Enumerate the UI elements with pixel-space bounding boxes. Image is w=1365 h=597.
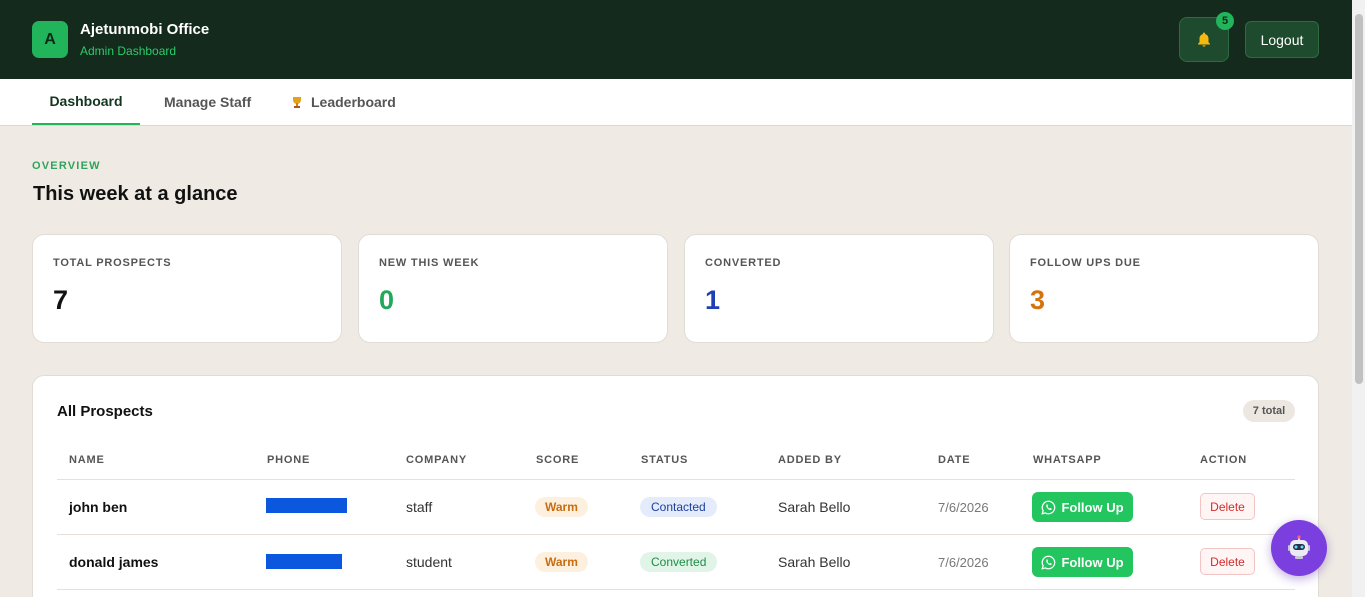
stat-card-total-prospects: TOTAL PROSPECTS 7	[32, 234, 342, 343]
delete-button[interactable]: Delete	[1200, 493, 1255, 520]
robot-icon	[1288, 535, 1310, 559]
tab-label: Leaderboard	[311, 94, 396, 110]
bell-icon	[1198, 32, 1210, 47]
prospect-date: 7/6/2026	[938, 555, 989, 570]
column-header-phone: PHONE	[267, 454, 311, 466]
prospect-company: staff	[406, 499, 433, 515]
column-header-score: SCORE	[536, 454, 580, 466]
row-divider	[57, 589, 1295, 590]
whatsapp-label: Follow Up	[1061, 554, 1124, 570]
score-badge: Warm	[535, 497, 588, 517]
org-avatar: A	[32, 21, 68, 58]
stat-label: NEW THIS WEEK	[379, 257, 480, 269]
tab-leaderboard[interactable]: Leaderboard	[291, 79, 396, 125]
prospect-name: john ben	[69, 499, 128, 515]
app-subtitle: Admin Dashboard	[80, 44, 177, 58]
stat-value: 7	[53, 285, 69, 315]
phone-redacted	[266, 498, 347, 513]
tab-manage-staff[interactable]: Manage Staff	[164, 79, 251, 125]
stat-value: 1	[705, 285, 721, 315]
column-header-company: COMPANY	[406, 454, 468, 466]
prospect-company: student	[406, 554, 452, 570]
tab-label: Manage Staff	[164, 94, 252, 110]
stat-label: CONVERTED	[705, 257, 782, 269]
stat-label: FOLLOW UPS DUE	[1030, 257, 1141, 269]
prospect-date: 7/6/2026	[938, 500, 989, 515]
assistant-chat-button[interactable]	[1271, 520, 1327, 576]
app-title: Ajetunmobi Office	[80, 21, 210, 38]
section-title: This week at a glance	[33, 183, 238, 205]
column-header-whatsapp: WHATSAPP	[1033, 454, 1102, 466]
logout-button[interactable]: Logout	[1245, 21, 1319, 58]
added-by: Sarah Bello	[778, 554, 851, 570]
delete-button[interactable]: Delete	[1200, 548, 1255, 575]
notification-count-badge: 5	[1216, 12, 1234, 30]
column-header-name: NAME	[69, 454, 105, 466]
panel-title: All Prospects	[57, 403, 153, 420]
status-badge: Contacted	[640, 497, 717, 517]
tab-label: Dashboard	[49, 93, 123, 109]
stat-value: 3	[1030, 285, 1046, 315]
column-header-date: DATE	[938, 454, 971, 466]
whatsapp-icon	[1041, 555, 1056, 570]
stat-card-converted: CONVERTED 1	[684, 234, 994, 343]
column-header-action: ACTION	[1200, 454, 1247, 466]
total-count-badge: 7 total	[1243, 400, 1295, 422]
whatsapp-follow-up-button[interactable]: Follow Up	[1032, 492, 1133, 522]
top-bar	[0, 0, 1352, 79]
stat-label: TOTAL PROSPECTS	[53, 257, 172, 269]
status-badge: Converted	[640, 552, 718, 572]
row-divider	[57, 534, 1295, 535]
stat-card-follow-ups-due: FOLLOW UPS DUE 3	[1009, 234, 1319, 343]
added-by: Sarah Bello	[778, 499, 851, 515]
stat-value: 0	[379, 285, 395, 315]
stat-card-new-this-week: NEW THIS WEEK 0	[358, 234, 668, 343]
whatsapp-label: Follow Up	[1061, 499, 1124, 515]
column-header-status: STATUS	[641, 454, 689, 466]
score-badge: Warm	[535, 552, 588, 572]
tab-dashboard[interactable]: Dashboard	[32, 79, 140, 125]
prospects-panel: All Prospects 7 total NAME PHONE COMPANY…	[32, 375, 1319, 597]
column-header-added-by: ADDED BY	[778, 454, 842, 466]
prospect-name: donald james	[69, 554, 159, 570]
page-scrollbar-thumb[interactable]	[1355, 14, 1363, 384]
whatsapp-follow-up-button[interactable]: Follow Up	[1032, 547, 1133, 577]
phone-redacted	[266, 554, 342, 569]
trophy-icon	[293, 96, 301, 108]
section-eyebrow: OVERVIEW	[32, 160, 101, 172]
whatsapp-icon	[1041, 500, 1056, 515]
header-divider	[57, 479, 1295, 480]
